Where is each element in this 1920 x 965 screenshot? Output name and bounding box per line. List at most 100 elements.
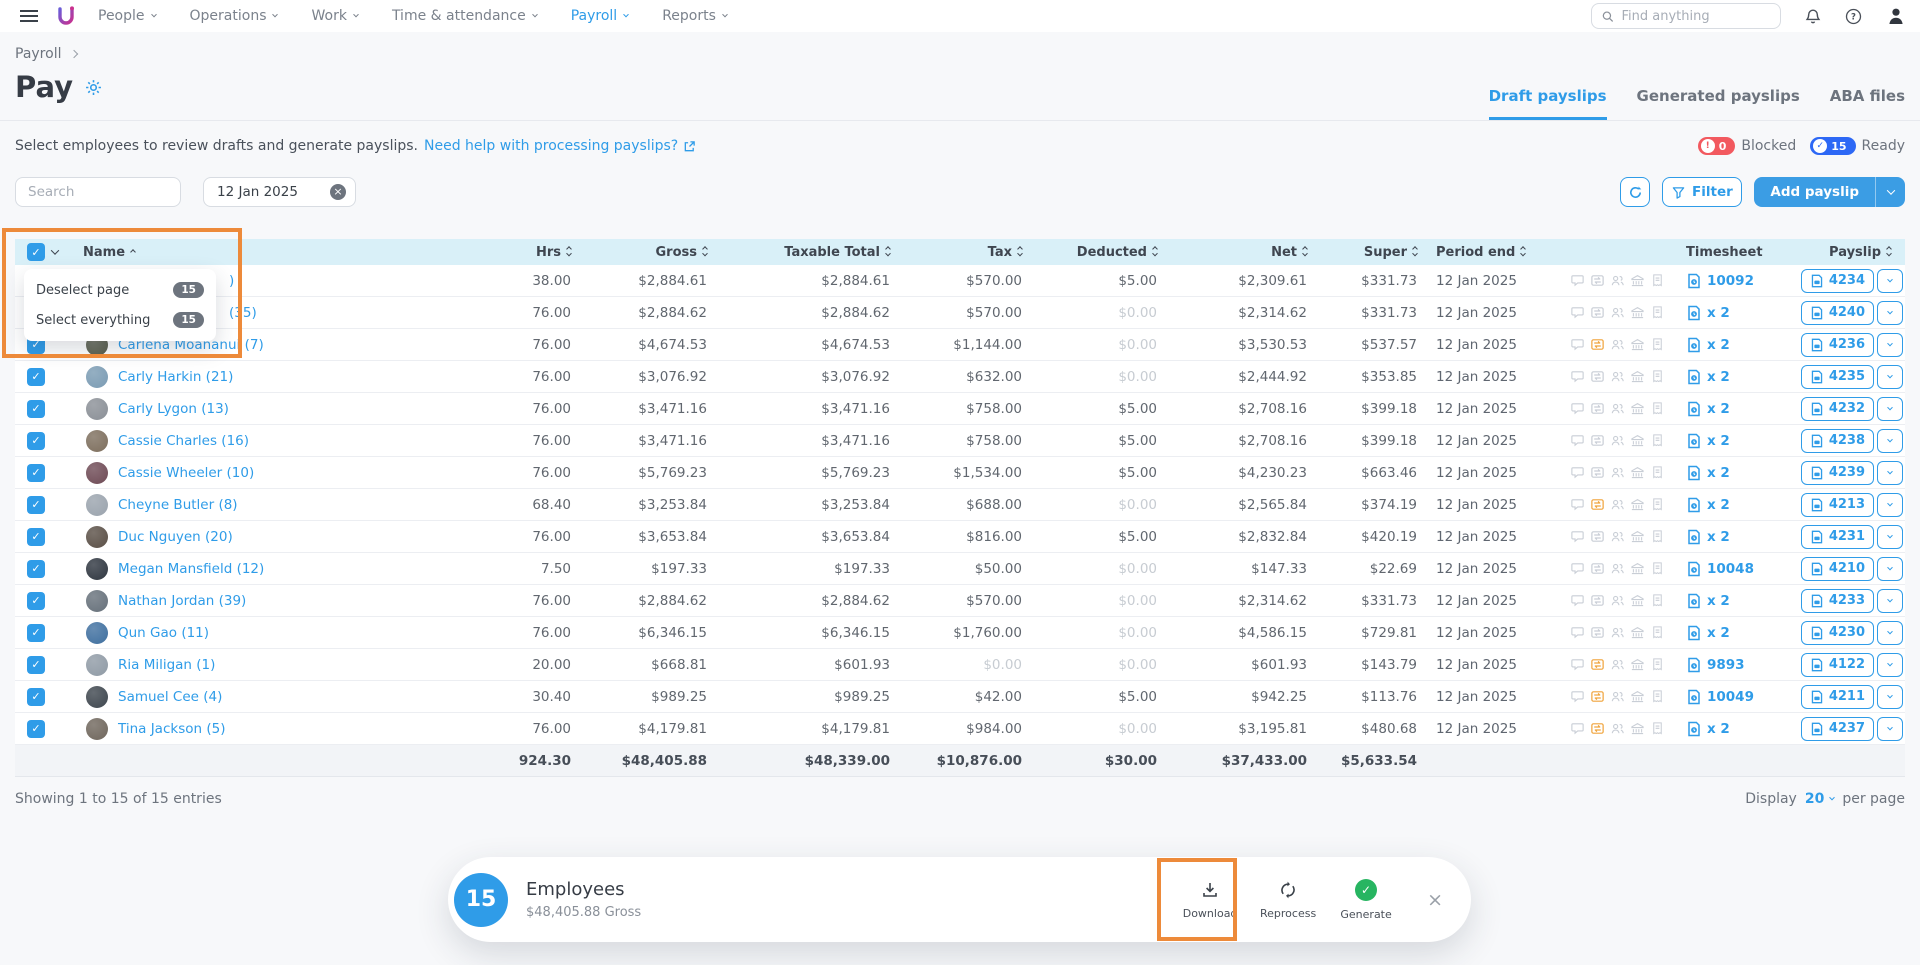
column-header-period_end[interactable]: Period end (1421, 245, 1566, 260)
payslip-dropdown[interactable] (1877, 365, 1903, 389)
app-logo[interactable] (56, 5, 76, 27)
column-header-deducted[interactable]: Deducted (1026, 245, 1161, 260)
column-header-tax[interactable]: Tax (894, 245, 1026, 260)
table-search-input[interactable] (15, 177, 181, 207)
tab-generated-payslips[interactable]: Generated payslips (1637, 87, 1800, 120)
clear-date-icon[interactable]: × (330, 184, 346, 200)
hamburger-menu-icon[interactable] (20, 10, 38, 22)
employee-name-link[interactable]: Tina Jackson (5) (118, 721, 225, 737)
download-button[interactable]: Download (1171, 880, 1249, 920)
nav-item-reports[interactable]: Reports (662, 8, 727, 24)
payslip-button[interactable]: 4122 (1801, 653, 1874, 677)
timesheet-link[interactable]: 9893 (1672, 657, 1788, 673)
payslip-button[interactable]: 4210 (1801, 557, 1874, 581)
timesheet-link[interactable]: x 2 (1672, 593, 1788, 609)
column-header-gross[interactable]: Gross (575, 245, 711, 260)
column-header-super[interactable]: Super (1311, 245, 1421, 260)
row-checkbox[interactable]: ✓ (27, 560, 45, 578)
payslip-button[interactable]: 4230 (1801, 621, 1874, 645)
payslip-dropdown[interactable] (1877, 301, 1903, 325)
breadcrumb-label[interactable]: Payroll (15, 46, 61, 62)
add-payslip-button[interactable]: Add payslip (1754, 177, 1875, 207)
reprocess-button[interactable]: Reprocess (1249, 880, 1327, 920)
row-checkbox[interactable]: ✓ (27, 656, 45, 674)
global-search-field[interactable] (1621, 9, 1770, 24)
column-header-hrs[interactable]: Hrs (485, 245, 575, 260)
row-checkbox[interactable]: ✓ (27, 368, 45, 386)
payslip-dropdown[interactable] (1877, 493, 1903, 517)
employee-name-link[interactable]: Cassie Wheeler (10) (118, 465, 254, 481)
row-checkbox[interactable]: ✓ (27, 464, 45, 482)
timesheet-link[interactable]: x 2 (1672, 433, 1788, 449)
help-icon[interactable]: ? (1845, 8, 1862, 25)
row-checkbox[interactable]: ✓ (27, 688, 45, 706)
timesheet-link[interactable]: x 2 (1672, 625, 1788, 641)
timesheet-link[interactable]: x 2 (1672, 497, 1788, 513)
column-header-payslip[interactable]: Payslip (1788, 245, 1905, 260)
timesheet-link[interactable]: x 2 (1672, 401, 1788, 417)
timesheet-link[interactable]: 10048 (1672, 561, 1788, 577)
nav-item-payroll[interactable]: Payroll (571, 8, 628, 24)
payslip-button[interactable]: 4237 (1801, 717, 1874, 741)
employee-name-link[interactable]: Carly Harkin (21) (118, 369, 233, 385)
payslip-dropdown[interactable] (1877, 269, 1903, 293)
employee-name-link[interactable]: Carly Lygon (13) (118, 401, 229, 417)
pay-date-value[interactable]: 12 Jan 2025 (217, 184, 322, 200)
refresh-button[interactable] (1620, 177, 1650, 207)
payslip-button[interactable]: 4234 (1801, 269, 1874, 293)
row-checkbox[interactable]: ✓ (27, 592, 45, 610)
employee-name-link[interactable]: Megan Mansfield (12) (118, 561, 264, 577)
payslip-dropdown[interactable] (1877, 653, 1903, 677)
add-payslip-dropdown[interactable] (1875, 177, 1905, 207)
tab-aba-files[interactable]: ABA files (1830, 87, 1905, 120)
payslip-dropdown[interactable] (1877, 717, 1903, 741)
close-action-bar-icon[interactable]: × (1427, 889, 1443, 911)
employee-name-link[interactable]: Nathan Jordan (39) (118, 593, 246, 609)
employee-name-link[interactable]: Cassie Charles (16) (118, 433, 249, 449)
pay-date-picker[interactable]: 12 Jan 2025 × (203, 177, 356, 207)
table-search-field[interactable] (28, 184, 168, 200)
payslip-button[interactable]: 4240 (1801, 301, 1874, 325)
column-header-name[interactable]: Name (75, 245, 485, 260)
employee-name-link[interactable]: Ria Miligan (1) (118, 657, 215, 673)
global-search-input[interactable] (1591, 3, 1781, 29)
row-checkbox[interactable]: ✓ (27, 432, 45, 450)
timesheet-link[interactable]: x 2 (1672, 305, 1788, 321)
column-header-net[interactable]: Net (1161, 245, 1311, 260)
payslip-button[interactable]: 4238 (1801, 429, 1874, 453)
menu-item-select-everything[interactable]: Select everything 15 (24, 305, 216, 335)
select-menu-chevron-icon[interactable] (51, 246, 59, 254)
payslip-button[interactable]: 4239 (1801, 461, 1874, 485)
timesheet-link[interactable]: x 2 (1672, 465, 1788, 481)
row-checkbox[interactable]: ✓ (27, 720, 45, 738)
payslip-button[interactable]: 4235 (1801, 365, 1874, 389)
page-size-select[interactable]: 20 (1805, 791, 1834, 807)
nav-item-operations[interactable]: Operations (190, 8, 278, 24)
timesheet-link[interactable]: 10049 (1672, 689, 1788, 705)
row-checkbox[interactable]: ✓ (27, 400, 45, 418)
payslip-button[interactable]: 4211 (1801, 685, 1874, 709)
nav-item-work[interactable]: Work (311, 8, 357, 24)
select-all-checkbox[interactable]: ✓ (27, 243, 45, 261)
tab-draft-payslips[interactable]: Draft payslips (1489, 87, 1607, 120)
nav-item-people[interactable]: People (98, 8, 156, 24)
breadcrumb[interactable]: Payroll (15, 46, 1905, 62)
nav-item-time-attendance[interactable]: Time & attendance (392, 8, 537, 24)
row-checkbox[interactable]: ✓ (27, 624, 45, 642)
employee-name-link[interactable]: Samuel Cee (4) (118, 689, 222, 705)
employee-name-link[interactable]: Duc Nguyen (20) (118, 529, 233, 545)
payslip-dropdown[interactable] (1877, 461, 1903, 485)
user-avatar[interactable] (1886, 6, 1906, 26)
timesheet-link[interactable]: x 2 (1672, 337, 1788, 353)
payslip-button[interactable]: 4231 (1801, 525, 1874, 549)
payslip-dropdown[interactable] (1877, 429, 1903, 453)
payslip-dropdown[interactable] (1877, 525, 1903, 549)
menu-item-deselect-page[interactable]: Deselect page 15 (24, 275, 216, 305)
payslip-button[interactable]: 4213 (1801, 493, 1874, 517)
row-checkbox[interactable]: ✓ (27, 528, 45, 546)
timesheet-link[interactable]: x 2 (1672, 529, 1788, 545)
pay-settings-gear-icon[interactable] (85, 79, 102, 96)
payslip-dropdown[interactable] (1877, 621, 1903, 645)
payslip-button[interactable]: 4233 (1801, 589, 1874, 613)
employee-name-link[interactable]: Qun Gao (11) (118, 625, 209, 641)
